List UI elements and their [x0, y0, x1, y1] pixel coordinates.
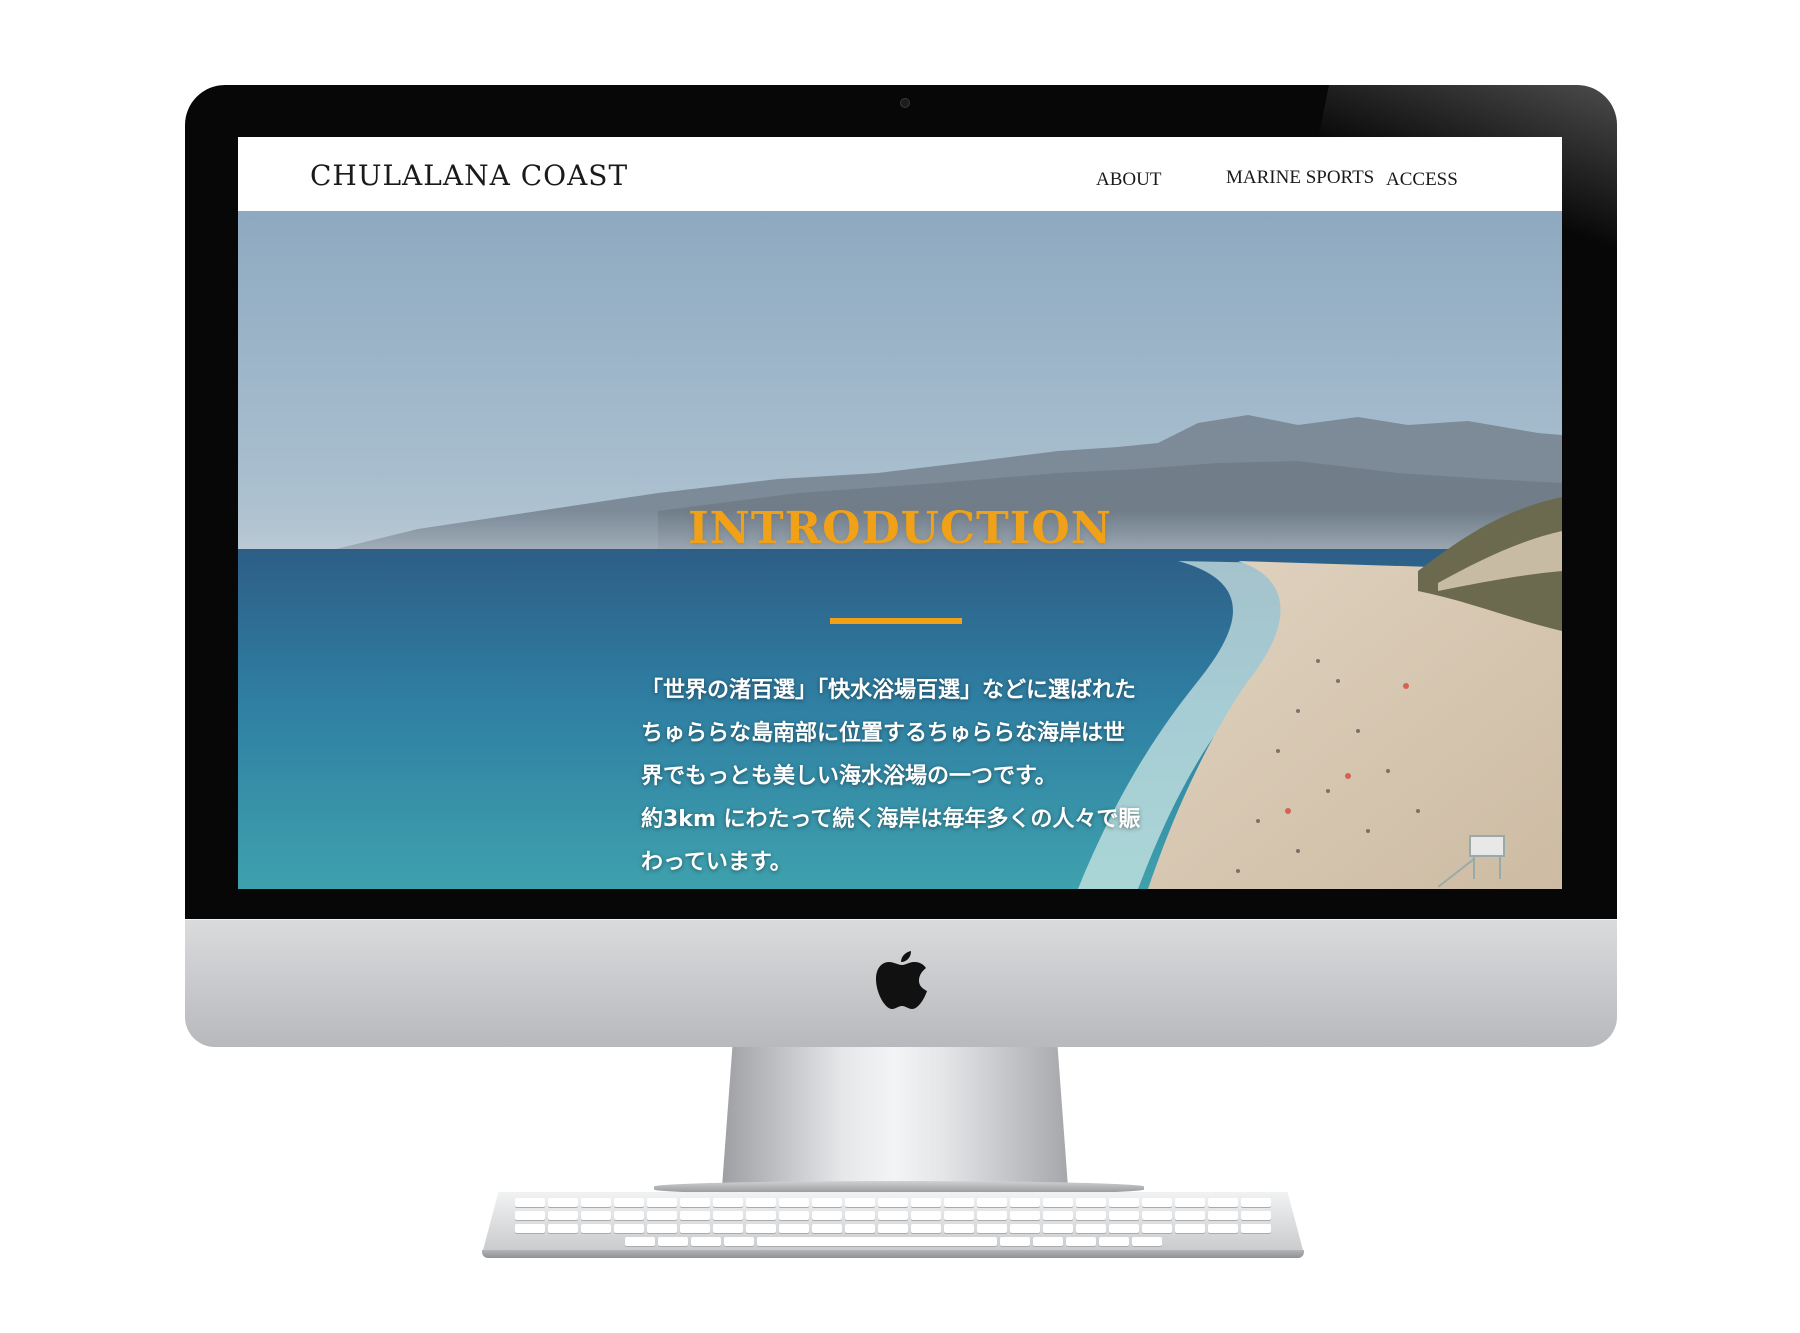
intro-line-5: わっています。 — [641, 850, 792, 875]
nav-access[interactable]: ACCESS — [1386, 169, 1458, 191]
intro-divider — [830, 618, 962, 624]
intro-text: 「世界の渚百選」「快水浴場百選」などに選ばれた ちゅららな島南部に位置するちゅら… — [641, 669, 1241, 884]
nav-marine-sports[interactable]: MARINE SPORTS — [1226, 167, 1374, 189]
apple-logo-icon — [876, 951, 927, 1009]
nav-about[interactable]: ABOUT — [1096, 169, 1161, 191]
hero-section: INTRODUCTION 「世界の渚百選」「快水浴場百選」などに選ばれた ちゅら… — [238, 211, 1562, 889]
site-header: CHULALANA COAST ABOUT MARINE SPORTS ACCE… — [238, 137, 1562, 211]
intro-line-3: 界でもっとも美しい海水浴場の一つです。 — [641, 764, 1057, 789]
intro-line-1: 「世界の渚百選」「快水浴場百選」などに選ばれた — [641, 678, 1137, 703]
intro-line-4: 約3km にわたって続く海岸は毎年多くの人々で賑 — [641, 807, 1141, 832]
website-screen: CHULALANA COAST ABOUT MARINE SPORTS ACCE… — [238, 137, 1562, 889]
keyboard-edge — [482, 1250, 1304, 1258]
intro-title: INTRODUCTION — [688, 503, 1112, 554]
camera-icon — [900, 98, 910, 108]
site-logo[interactable]: CHULALANA COAST — [310, 159, 628, 192]
keyboard — [482, 1192, 1304, 1254]
imac-stand — [722, 1047, 1068, 1187]
intro-line-2: ちゅららな島南部に位置するちゅららな海岸は世 — [641, 721, 1126, 746]
